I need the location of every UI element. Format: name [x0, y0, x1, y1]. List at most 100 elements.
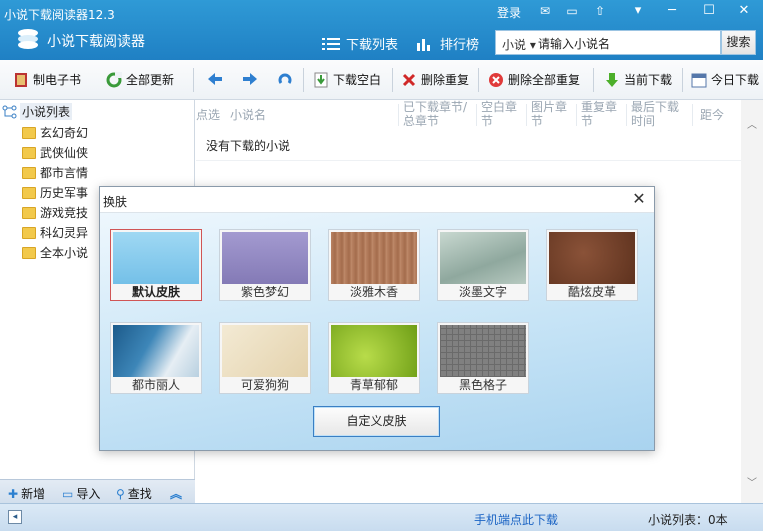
folder-icon — [22, 126, 36, 139]
column-divider — [576, 104, 577, 126]
minimize-icon[interactable]: ─ — [655, 0, 689, 22]
add-label: 新增 — [21, 487, 46, 501]
tree-root[interactable]: 小说列表 — [2, 103, 73, 120]
import-label: 导入 — [76, 487, 101, 501]
forward-button[interactable] — [242, 71, 258, 87]
skin-urban-beauty[interactable]: 都市丽人 — [110, 322, 202, 394]
import-button[interactable]: ▭ 导入 — [62, 485, 100, 502]
delete-dup-label: 删除重复 — [421, 73, 470, 87]
skin-green-grass[interactable]: 青草郁郁 — [328, 322, 420, 394]
col-select[interactable]: 点选 — [196, 108, 220, 122]
skin-label: 淡墨文字 — [458, 285, 507, 299]
plus-icon: ✚ — [8, 486, 19, 501]
add-button[interactable]: ✚ 新增 — [8, 485, 45, 502]
today-download-button[interactable]: 今日下载 — [691, 71, 759, 88]
skin-swatch — [113, 325, 199, 377]
download-blank-button[interactable]: 下载空白 — [313, 71, 381, 88]
folder-icon — [22, 206, 36, 219]
vertical-scrollbar[interactable]: ︿ ﹀ — [741, 100, 763, 503]
sidebar-item-quanben[interactable]: 全本小说 — [22, 244, 88, 261]
dropdown-menu-icon[interactable]: ▾ — [621, 0, 655, 22]
tab-download-list[interactable]: 下载列表 — [322, 34, 398, 53]
tree-icon — [2, 105, 17, 118]
mail-icon[interactable]: ✉ — [535, 3, 555, 19]
upload-icon[interactable]: ⇧ — [590, 3, 610, 19]
sidebar-item-lishi[interactable]: 历史军事 — [22, 184, 88, 201]
search-button[interactable]: 搜索 — [721, 30, 756, 55]
sidebar-item-dushi[interactable]: 都市言情 — [22, 164, 88, 181]
make-ebook-button[interactable]: 制电子书 — [13, 71, 81, 88]
toolbar-divider — [478, 68, 479, 92]
skin-cute-dog[interactable]: 可爱狗狗 — [219, 322, 311, 394]
sidebar-item-kehuan[interactable]: 科幻灵异 — [22, 224, 88, 241]
col-elapsed[interactable]: 距今 — [700, 108, 724, 122]
skin-default[interactable]: 默认皮肤 — [110, 229, 202, 301]
col-novel-name[interactable]: 小说名 — [230, 108, 266, 122]
skin-swatch — [440, 232, 526, 284]
skin-swatch — [331, 325, 417, 377]
delete-dup-button[interactable]: 删除重复 — [401, 71, 469, 88]
skin-swatch — [222, 325, 308, 377]
arrow-right-icon — [243, 73, 257, 85]
skin-leather[interactable]: 酷炫皮革 — [546, 229, 638, 301]
skin-label: 青草郁郁 — [349, 378, 398, 392]
column-divider — [398, 104, 399, 126]
maximize-icon[interactable]: ☐ — [692, 0, 726, 22]
col-image-chapters[interactable]: 图片章节 — [531, 100, 575, 128]
custom-skin-button[interactable]: 自定义皮肤 — [313, 406, 440, 437]
close-icon[interactable]: ✕ — [630, 190, 648, 208]
chat-icon[interactable]: ▭ — [562, 3, 582, 19]
sidebar-item-xuanhuan[interactable]: 玄幻奇幻 — [22, 124, 88, 141]
make-ebook-label: 制电子书 — [33, 73, 82, 87]
toolbar: 制电子书 全部更新 下载空白 删除重复 删除全部重复 当前下载 今日下载 — [0, 60, 763, 100]
tab-ranking[interactable]: 排行榜 — [416, 34, 479, 53]
skin-purple-dream[interactable]: 紫色梦幻 — [219, 229, 311, 301]
empty-list-message: 没有下载的小说 — [206, 139, 291, 153]
tab-ranking-label: 排行榜 — [440, 38, 480, 53]
magnifier-icon: ⚲ — [116, 486, 125, 501]
sidebar-item-wuxia[interactable]: 武侠仙侠 — [22, 144, 88, 161]
skin-label: 紫色梦幻 — [240, 285, 289, 299]
collapse-up-button[interactable]: ︽ — [170, 485, 182, 502]
folder-icon — [22, 146, 36, 159]
status-bar: ◂ 手机端点此下载 小说列表：0本 — [0, 503, 763, 531]
skin-black-grid[interactable]: 黑色格子 — [437, 322, 529, 394]
col-blank-chapters[interactable]: 空白章节 — [481, 100, 525, 128]
skin-wood[interactable]: 淡雅木香 — [328, 229, 420, 301]
update-all-button[interactable]: 全部更新 — [106, 71, 174, 88]
login-link[interactable]: 登录 — [497, 4, 521, 21]
scroll-up-icon[interactable]: ︿ — [746, 116, 758, 131]
delete-circle-icon — [489, 72, 503, 87]
book-icon — [15, 72, 27, 87]
back-button[interactable] — [207, 71, 223, 87]
novel-count: 小说列表：0本 — [648, 513, 728, 527]
close-icon[interactable]: ✕ — [727, 0, 761, 22]
sidebar-item-label: 武侠仙侠 — [40, 146, 89, 160]
collapse-sidebar-icon[interactable]: ◂ — [8, 510, 22, 524]
undo-button[interactable] — [277, 71, 293, 87]
skin-ink-text[interactable]: 淡墨文字 — [437, 229, 529, 301]
scroll-down-icon[interactable]: ﹀ — [746, 474, 758, 489]
col-downloaded-chapters[interactable]: 已下载章节/总章节 — [403, 100, 475, 128]
column-divider — [692, 104, 693, 126]
search-input[interactable] — [538, 34, 716, 52]
toolbar-divider — [593, 68, 594, 92]
delete-all-dup-button[interactable]: 删除全部重复 — [488, 71, 580, 88]
sidebar-item-label: 历史军事 — [40, 186, 89, 200]
mobile-download-link[interactable]: 手机端点此下载 — [474, 511, 558, 528]
list-icon — [322, 37, 340, 50]
skin-swatch — [222, 232, 308, 284]
column-divider — [526, 104, 527, 126]
current-download-button[interactable]: 当前下载 — [604, 71, 672, 88]
col-last-download-time[interactable]: 最后下载时间 — [631, 100, 689, 128]
column-divider — [626, 104, 627, 126]
download-arrow-icon — [606, 72, 618, 87]
sidebar-item-youxi[interactable]: 游戏竞技 — [22, 204, 88, 221]
col-duplicate-chapters[interactable]: 重复章节 — [581, 100, 625, 128]
search-scope-select[interactable]: 小说 ▾ — [502, 36, 536, 53]
find-button[interactable]: ⚲ 查找 — [116, 485, 152, 502]
app-title: 小说下载阅读器12.3 — [4, 8, 115, 22]
skin-swatch — [440, 325, 526, 377]
arrow-left-icon — [208, 73, 222, 85]
sidebar-item-label: 游戏竞技 — [40, 206, 89, 220]
